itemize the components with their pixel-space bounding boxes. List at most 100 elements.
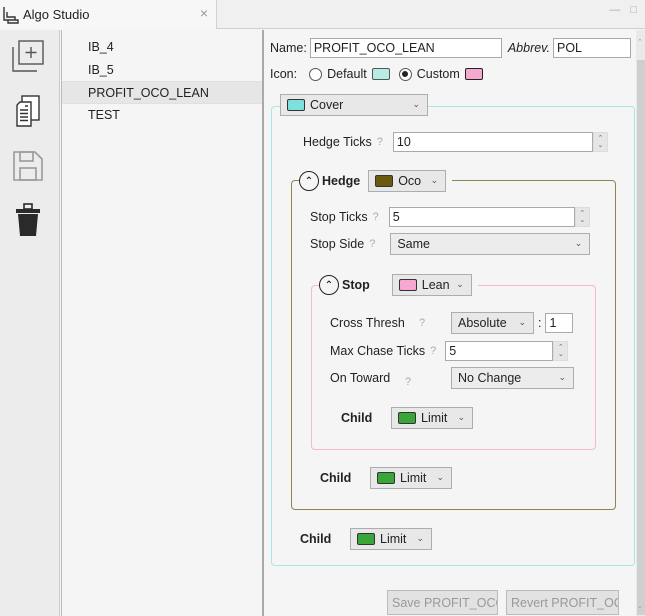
max-chase-label: Max Chase Ticks xyxy=(330,344,426,358)
hedge-ticks-label: Hedge Ticks xyxy=(303,135,372,149)
chevron-down-icon: ⌄ xyxy=(558,372,566,382)
save-algo-action-button[interactable]: Save PROFIT_OCO_LEAN xyxy=(387,590,498,615)
limit-swatch xyxy=(398,412,416,424)
cover-type-value: Cover xyxy=(310,98,344,112)
cross-thresh-label: Cross Thresh xyxy=(330,316,405,330)
new-algo-button[interactable] xyxy=(10,38,46,74)
app-title: Algo Studio xyxy=(23,7,90,22)
chevron-down-icon: ⌄ xyxy=(518,317,526,327)
chevron-down-icon: ⌄ xyxy=(436,472,444,482)
hedge-label: Hedge xyxy=(322,174,361,188)
on-toward-dropdown[interactable]: No Change ⌄ xyxy=(451,367,574,389)
minimize-icon[interactable]: — xyxy=(609,4,620,16)
stop-child-label: Child xyxy=(341,411,373,425)
delete-icon xyxy=(16,203,40,236)
collapse-stop-icon[interactable]: ⌃ xyxy=(319,275,339,295)
help-icon[interactable]: ? xyxy=(369,238,375,250)
icon-custom-label: Custom xyxy=(416,67,460,81)
hedge-child-label: Child xyxy=(320,471,352,485)
copy-algo-icon xyxy=(16,95,40,127)
side-toolbar xyxy=(0,30,60,616)
cross-thresh-mode-dropdown[interactable]: Absolute ⌄ xyxy=(451,312,534,334)
help-icon[interactable]: ? xyxy=(377,136,383,148)
hedge-swatch xyxy=(375,175,394,187)
save-algo-button[interactable] xyxy=(10,148,46,184)
hedge-ticks-input[interactable]: 10 xyxy=(392,132,593,152)
window-controls: — □ xyxy=(609,4,637,16)
scroll-down-icon[interactable]: ⌄ xyxy=(637,602,643,610)
title-bar: Algo Studio × — □ xyxy=(0,0,645,29)
stop-ticks-label: Stop Ticks xyxy=(310,210,368,224)
stop-label: Stop xyxy=(342,278,370,292)
algo-list-item[interactable]: IB_5 xyxy=(62,59,262,82)
chevron-down-icon: ⌄ xyxy=(456,279,464,289)
icon-custom-radio[interactable] xyxy=(398,67,412,81)
name-input[interactable]: PROFIT_OCO_LEAN xyxy=(309,38,502,58)
stop-child-value: Limit xyxy=(421,411,448,425)
stop-side-label: Stop Side xyxy=(310,237,365,251)
help-icon[interactable]: ? xyxy=(430,345,436,357)
algo-list-item[interactable]: IB_4 xyxy=(62,36,262,59)
scroll-up-icon[interactable]: ⌃ xyxy=(637,38,643,46)
limit-swatch xyxy=(357,533,375,545)
close-tab-icon[interactable]: × xyxy=(200,5,208,21)
hedge-type-value: Oco xyxy=(398,174,422,188)
custom-icon-swatch[interactable] xyxy=(464,68,483,80)
max-chase-spinner[interactable]: ⌃ ⌄ xyxy=(553,341,569,361)
stop-type-dropdown[interactable]: Lean ⌄ xyxy=(391,274,472,296)
cover-child-label: Child xyxy=(300,532,332,546)
cross-thresh-mode-value: Absolute xyxy=(458,316,507,330)
algo-editor: Name: PROFIT_OCO_LEAN Abbrev. POL Icon: … xyxy=(266,30,636,616)
maximize-icon[interactable]: □ xyxy=(630,4,637,16)
hedge-child-value: Limit xyxy=(400,471,427,485)
chevron-down-icon: ⌄ xyxy=(430,175,439,185)
delete-algo-button[interactable] xyxy=(10,202,46,238)
help-icon[interactable]: ? xyxy=(405,376,451,388)
hedge-type-dropdown[interactable]: Oco ⌄ xyxy=(368,170,447,192)
cover-child-value: Limit xyxy=(380,532,407,546)
stop-swatch xyxy=(398,279,417,291)
algo-list-item-selected[interactable]: PROFIT_OCO_LEAN xyxy=(62,81,262,104)
icon-default-label: Default xyxy=(327,67,367,81)
collapse-hedge-icon[interactable]: ⌃ xyxy=(299,171,319,191)
cover-swatch xyxy=(287,99,305,111)
algo-list-item[interactable]: TEST xyxy=(62,104,262,127)
editor-scrollbar[interactable]: ⌃ ⌄ xyxy=(636,30,645,616)
stop-side-dropdown[interactable]: Same ⌄ xyxy=(390,233,591,255)
new-algo-icon xyxy=(12,40,44,72)
algo-list: IB_4 IB_5 PROFIT_OCO_LEAN TEST xyxy=(61,30,264,616)
stop-ticks-spinner[interactable]: ⌃ ⌄ xyxy=(574,207,590,227)
stop-ticks-input[interactable]: 5 xyxy=(388,207,575,227)
save-icon xyxy=(13,151,43,181)
hedge-child-dropdown[interactable]: Limit ⌄ xyxy=(370,467,452,489)
chevron-down-icon: ⌄ xyxy=(416,533,424,543)
icon-label: Icon: xyxy=(270,67,298,81)
cross-thresh-separator: : xyxy=(538,316,542,330)
limit-swatch xyxy=(377,472,395,484)
icon-default-radio[interactable] xyxy=(309,67,323,81)
abbrev-label: Abbrev. xyxy=(507,41,550,55)
on-toward-value: No Change xyxy=(458,371,522,385)
chevron-down-icon: ⌄ xyxy=(574,238,583,248)
stop-type-value: Lean xyxy=(421,278,450,292)
hedge-ticks-spinner[interactable]: ⌃ ⌄ xyxy=(592,132,608,152)
revert-algo-button[interactable]: Revert PROFIT_OCO_LEAN xyxy=(506,590,619,615)
chevron-down-icon: ⌄ xyxy=(457,412,465,422)
help-icon[interactable]: ? xyxy=(373,211,379,223)
help-icon[interactable]: ? xyxy=(419,317,425,329)
algo-studio-icon xyxy=(3,6,19,24)
default-icon-swatch xyxy=(371,68,390,80)
chevron-down-icon: ⌄ xyxy=(412,99,420,109)
cover-child-dropdown[interactable]: Limit ⌄ xyxy=(350,528,432,550)
name-label: Name: xyxy=(270,41,307,55)
copy-algo-button[interactable] xyxy=(10,93,46,129)
max-chase-input[interactable]: 5 xyxy=(445,341,554,361)
stop-side-value: Same xyxy=(397,237,430,251)
abbrev-input[interactable]: POL xyxy=(552,38,631,58)
stop-child-dropdown[interactable]: Limit ⌄ xyxy=(391,407,473,429)
cover-type-dropdown[interactable]: Cover ⌄ xyxy=(280,94,428,116)
app-tab[interactable]: Algo Studio × xyxy=(0,0,217,29)
scroll-thumb[interactable] xyxy=(637,60,645,615)
cross-thresh-input[interactable]: 1 xyxy=(545,313,574,333)
on-toward-label: On Toward xyxy=(330,371,391,385)
